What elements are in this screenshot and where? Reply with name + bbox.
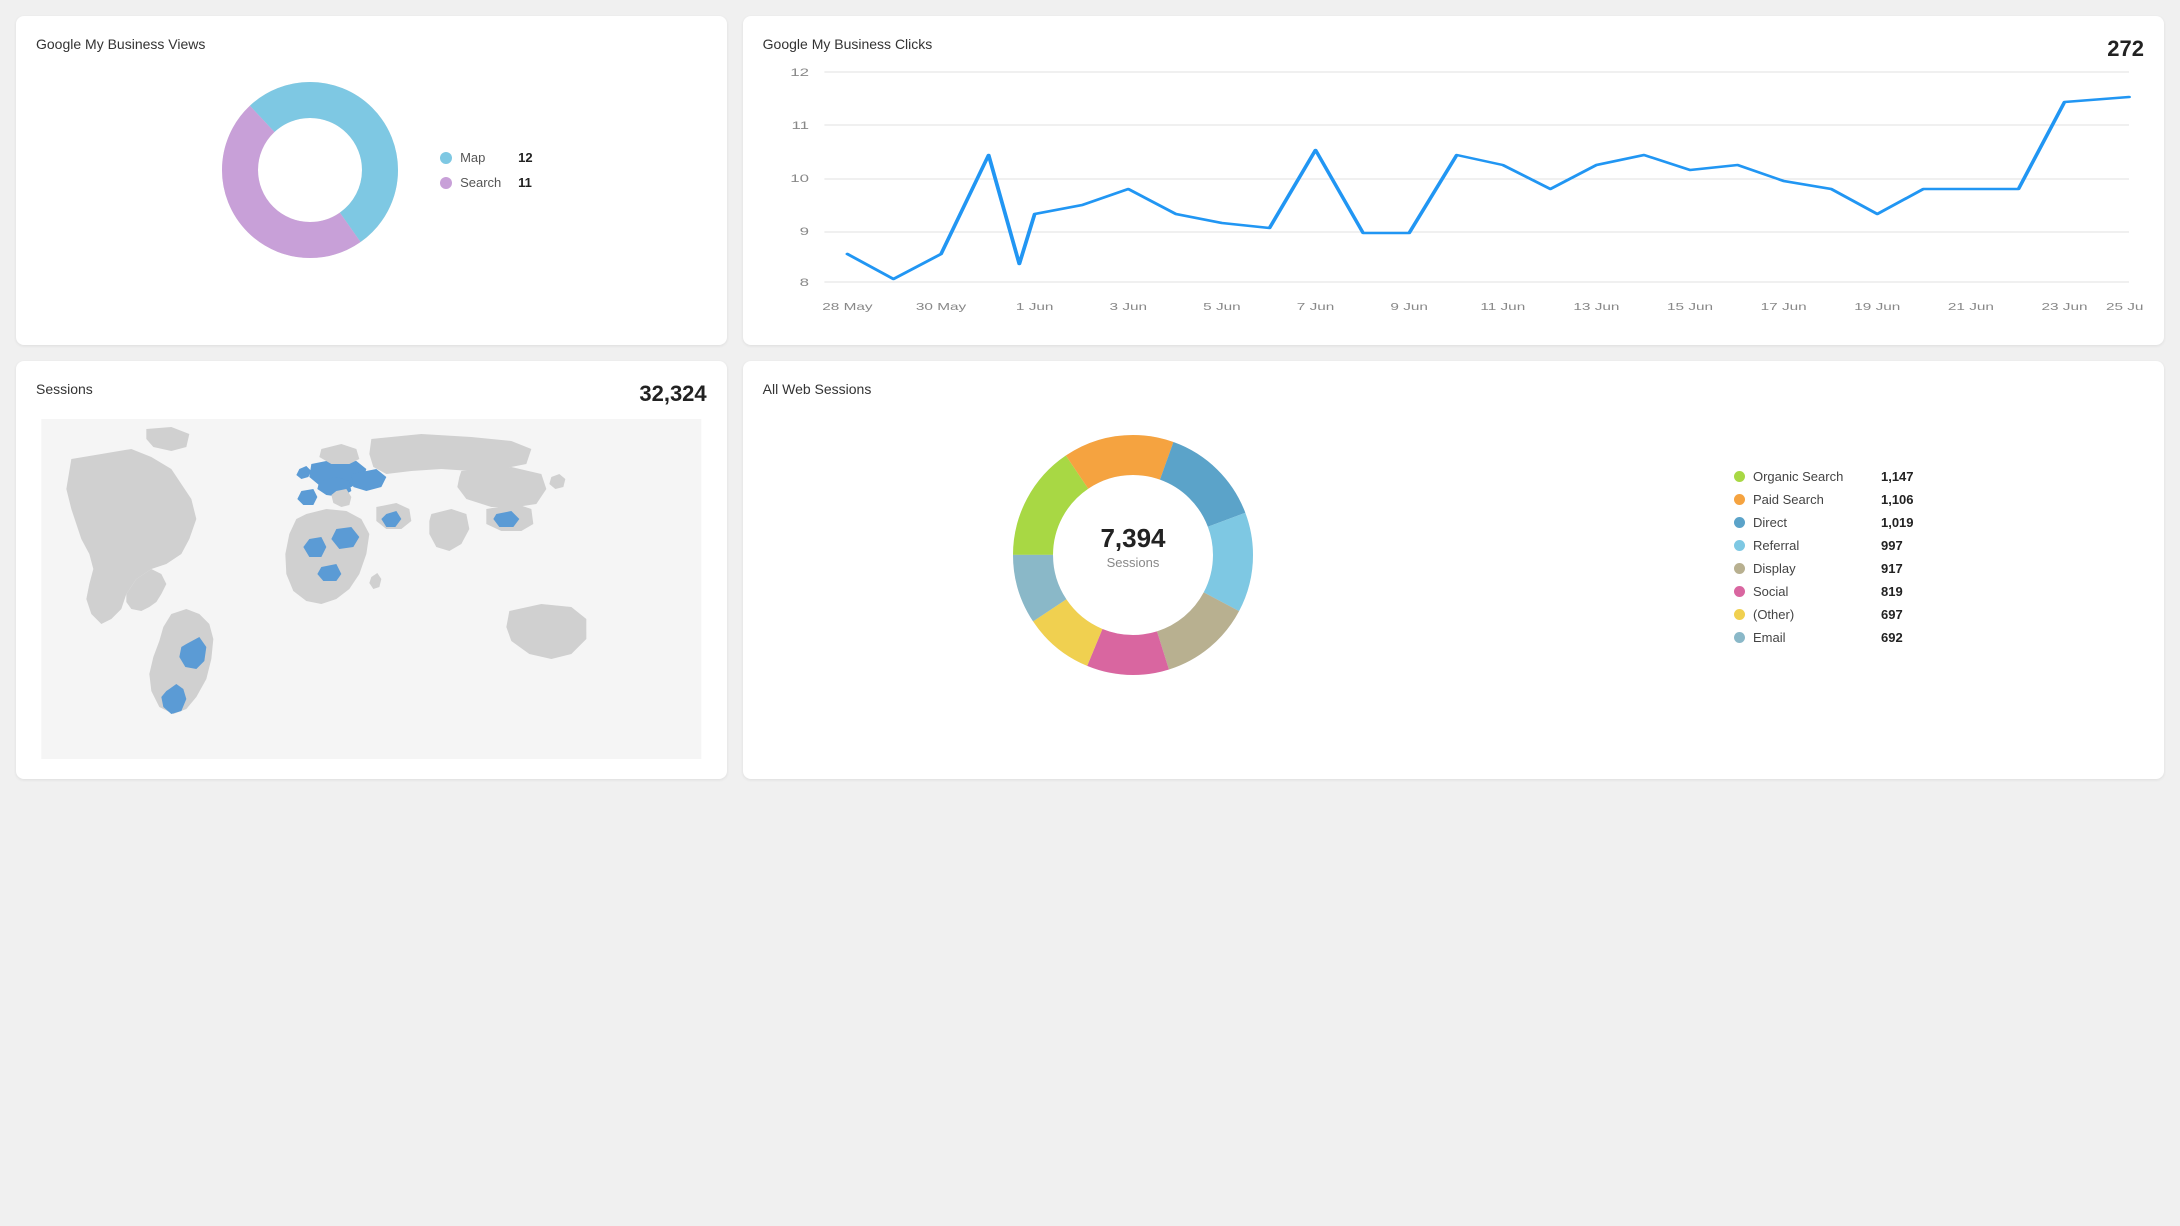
direct-label: Direct	[1753, 515, 1873, 530]
sessions-header: Sessions 32,324	[36, 381, 707, 407]
svg-text:11: 11	[791, 120, 809, 132]
email-label: Email	[1753, 630, 1873, 645]
sessions-title: Sessions	[36, 381, 93, 397]
svg-text:3 Jun: 3 Jun	[1109, 301, 1147, 313]
sessions-card: Sessions 32,324	[16, 361, 727, 779]
map-label: Map	[460, 150, 510, 165]
paid-search-value: 1,106	[1881, 492, 1914, 507]
gmb-views-chart: Map 12 Search 11	[36, 60, 707, 280]
svg-text:8: 8	[799, 277, 808, 289]
svg-text:11 Jun: 11 Jun	[1480, 301, 1525, 313]
display-value: 917	[1881, 561, 1903, 576]
map-value: 12	[518, 150, 532, 165]
svg-text:21 Jun: 21 Jun	[1948, 301, 1994, 313]
paid-search-label: Paid Search	[1753, 492, 1873, 507]
display-label: Display	[1753, 561, 1873, 576]
other-label: (Other)	[1753, 607, 1873, 622]
email-dot	[1734, 632, 1745, 643]
legend-paid-search: Paid Search 1,106	[1734, 492, 1914, 507]
gmb-clicks-svg: 12 11 10 9 8 28 May 30 May 1 Jun 3 Jun 5…	[763, 62, 2144, 322]
legend-direct: Direct 1,019	[1734, 515, 1914, 530]
svg-text:13 Jun: 13 Jun	[1573, 301, 1619, 313]
organic-search-value: 1,147	[1881, 469, 1914, 484]
svg-text:7 Jun: 7 Jun	[1296, 301, 1334, 313]
referral-dot	[1734, 540, 1745, 551]
world-map-container	[36, 419, 707, 759]
search-value: 11	[518, 175, 532, 190]
other-value: 697	[1881, 607, 1903, 622]
gmb-views-legend: Map 12 Search 11	[440, 150, 532, 190]
dashboard: Google My Business Views Map 12	[16, 16, 2164, 779]
svg-text:7,394: 7,394	[1101, 523, 1167, 553]
gmb-views-title: Google My Business Views	[36, 36, 707, 52]
svg-text:28 May: 28 May	[822, 301, 873, 313]
gmb-clicks-card: Google My Business Clicks 272 12 11 10 9…	[743, 16, 2164, 345]
social-label: Social	[1753, 584, 1873, 599]
web-sessions-title: All Web Sessions	[763, 381, 2144, 397]
map-dot	[440, 152, 452, 164]
svg-text:30 May: 30 May	[916, 301, 967, 313]
gmb-clicks-total: 272	[2107, 36, 2144, 62]
social-dot	[1734, 586, 1745, 597]
legend-social: Social 819	[1734, 584, 1914, 599]
svg-text:5 Jun: 5 Jun	[1203, 301, 1241, 313]
legend-referral: Referral 997	[1734, 538, 1914, 553]
organic-search-dot	[1734, 471, 1745, 482]
gmb-clicks-chart: 12 11 10 9 8 28 May 30 May 1 Jun 3 Jun 5…	[763, 60, 2144, 325]
svg-text:23 Jun: 23 Jun	[2041, 301, 2087, 313]
svg-text:10: 10	[790, 173, 809, 185]
legend-item-search: Search 11	[440, 175, 532, 190]
sessions-total: 32,324	[639, 381, 706, 407]
legend-other: (Other) 697	[1734, 607, 1914, 622]
referral-label: Referral	[1753, 538, 1873, 553]
svg-text:17 Jun: 17 Jun	[1760, 301, 1806, 313]
display-dot	[1734, 563, 1745, 574]
web-sessions-content: 7,394 Sessions Organic Search 1,147 Paid…	[763, 405, 2144, 698]
svg-text:19 Jun: 19 Jun	[1854, 301, 1900, 313]
legend-organic-search: Organic Search 1,147	[1734, 469, 1914, 484]
svg-text:9: 9	[799, 226, 808, 238]
direct-dot	[1734, 517, 1745, 528]
social-value: 819	[1881, 584, 1903, 599]
svg-text:12: 12	[790, 67, 809, 79]
direct-value: 1,019	[1881, 515, 1914, 530]
organic-search-label: Organic Search	[1753, 469, 1873, 484]
legend-item-map: Map 12	[440, 150, 532, 165]
svg-text:1 Jun: 1 Jun	[1016, 301, 1054, 313]
other-dot	[1734, 609, 1745, 620]
web-sessions-legend: Organic Search 1,147 Paid Search 1,106 D…	[1734, 469, 1914, 645]
paid-search-dot	[1734, 494, 1745, 505]
svg-text:15 Jun: 15 Jun	[1667, 301, 1713, 313]
svg-text:9 Jun: 9 Jun	[1390, 301, 1428, 313]
gmb-views-card: Google My Business Views Map 12	[16, 16, 727, 345]
email-value: 692	[1881, 630, 1903, 645]
web-sessions-donut-svg: 7,394 Sessions	[993, 415, 1273, 695]
search-label: Search	[460, 175, 510, 190]
search-dot	[440, 177, 452, 189]
gmb-clicks-title: Google My Business Clicks	[763, 36, 2144, 52]
svg-text:25 Jun: 25 Jun	[2106, 301, 2144, 313]
web-sessions-donut-container: 7,394 Sessions	[993, 415, 1273, 698]
legend-email: Email 692	[1734, 630, 1914, 645]
legend-display: Display 917	[1734, 561, 1914, 576]
web-sessions-card: All Web Sessions	[743, 361, 2164, 779]
gmb-views-donut-svg	[210, 70, 410, 270]
world-map-svg	[36, 419, 707, 759]
svg-text:Sessions: Sessions	[1107, 555, 1160, 570]
referral-value: 997	[1881, 538, 1903, 553]
